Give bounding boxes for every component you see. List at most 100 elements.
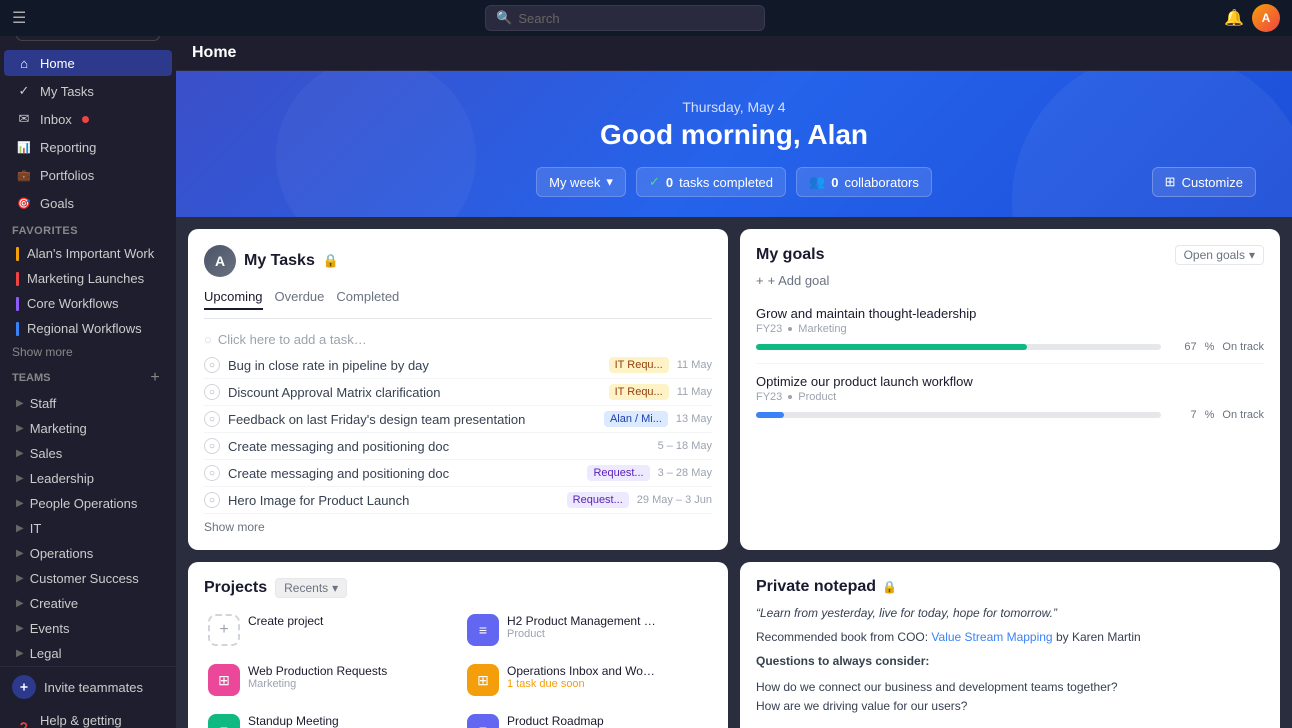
team-label: Customer Success: [30, 571, 139, 586]
team-item-creative[interactable]: ▶ Creative: [4, 592, 172, 615]
team-item-legal[interactable]: ▶ Legal: [4, 642, 172, 665]
chevron-icon: ▶: [16, 623, 24, 634]
task-tag[interactable]: Request...: [567, 492, 629, 508]
task-check-icon[interactable]: ○: [204, 438, 220, 454]
task-check-icon[interactable]: ○: [204, 465, 220, 481]
task-name: Bug in close rate in pipeline by day: [228, 358, 601, 373]
goal-meta: FY23 Product: [756, 391, 1264, 403]
tasks-completed-button[interactable]: ✓ 0 tasks completed: [636, 167, 786, 197]
task-check-icon[interactable]: ○: [204, 492, 220, 508]
checkmark-icon: ✓: [649, 174, 660, 190]
chevron-icon: ▶: [16, 498, 24, 509]
chevron-icon: ▶: [16, 423, 24, 434]
task-check-icon[interactable]: ○: [204, 384, 220, 400]
customize-button[interactable]: ⊞ Customize: [1152, 167, 1256, 197]
fav-label: Alan's Important Work: [27, 246, 154, 261]
recents-button[interactable]: Recents ▾: [275, 578, 347, 598]
add-goal-button[interactable]: + + Add goal: [756, 273, 1264, 288]
search-input[interactable]: [518, 11, 738, 26]
task-date: 11 May: [677, 359, 712, 371]
project-info: Operations Inbox and Wo… 1 task due soon: [507, 664, 655, 690]
create-project-icon: +: [208, 614, 240, 646]
add-team-button[interactable]: +: [146, 369, 164, 387]
project-icon: ≡: [467, 714, 499, 728]
add-task-row[interactable]: ○ Click here to add a task…: [204, 327, 712, 352]
team-label: Operations: [30, 546, 94, 561]
notifications-button[interactable]: 🔔: [1224, 8, 1244, 28]
notepad-questions: How do we connect our business and devel…: [756, 678, 1264, 716]
sidebar-item-goals[interactable]: 🎯 Goals: [4, 190, 172, 216]
sidebar-item-reporting[interactable]: 📊 Reporting: [4, 134, 172, 160]
search-bar[interactable]: 🔍: [485, 5, 765, 31]
user-avatar[interactable]: A: [1252, 4, 1280, 32]
team-item-staff[interactable]: ▶ Staff: [4, 392, 172, 415]
projects-header: Projects Recents ▾: [204, 578, 712, 598]
goals-header: My goals Open goals ▾: [756, 245, 1264, 265]
project-name: Product Roadmap: [507, 714, 604, 728]
favorite-alans-important-work[interactable]: Alan's Important Work: [4, 242, 172, 265]
sidebar-item-help[interactable]: ❓ Help & getting started: [4, 708, 172, 728]
projects-title: Projects: [204, 579, 267, 597]
task-name: Discount Approval Matrix clarification: [228, 385, 601, 400]
team-item-customer-success[interactable]: ▶ Customer Success: [4, 567, 172, 590]
project-sub-warn: 1 task due soon: [507, 678, 655, 690]
project-item-h2[interactable]: ≡ H2 Product Management … Product: [463, 610, 712, 650]
favorite-core-workflows[interactable]: Core Workflows: [4, 292, 172, 315]
task-name: Feedback on last Friday's design team pr…: [228, 412, 596, 427]
sidebar-item-inbox[interactable]: ✉ Inbox: [4, 106, 172, 132]
project-item-standup[interactable]: ≡ Standup Meeting Staff: [204, 710, 453, 728]
sidebar-item-my-tasks[interactable]: ✓ My Tasks: [4, 78, 172, 104]
fav-label: Core Workflows: [27, 296, 119, 311]
team-item-people-operations[interactable]: ▶ People Operations: [4, 492, 172, 515]
project-info: H2 Product Management … Product: [507, 614, 656, 640]
team-item-events[interactable]: ▶ Events: [4, 617, 172, 640]
task-tag[interactable]: Request...: [587, 465, 649, 481]
book-link[interactable]: Value Stream Mapping: [931, 630, 1052, 644]
tab-upcoming[interactable]: Upcoming: [204, 289, 263, 310]
favorite-regional-workflows[interactable]: Regional Workflows: [4, 317, 172, 340]
goal-progress-bar-bg: [756, 412, 1161, 418]
collaborators-button[interactable]: 👥 0 collaborators: [796, 167, 932, 197]
tab-completed[interactable]: Completed: [336, 289, 399, 310]
project-item-web-production[interactable]: ⊞ Web Production Requests Marketing: [204, 660, 453, 700]
collaborators-label: collaborators: [844, 175, 918, 190]
project-item-operations-inbox[interactable]: ⊞ Operations Inbox and Wo… 1 task due so…: [463, 660, 712, 700]
hamburger-button[interactable]: ☰: [12, 8, 26, 28]
task-check-icon[interactable]: ○: [204, 357, 220, 373]
team-item-it[interactable]: ▶ IT: [4, 517, 172, 540]
goal-percent: 7: [1169, 409, 1197, 421]
tasks-completed-label: tasks completed: [679, 175, 773, 190]
task-tag[interactable]: IT Requ...: [609, 357, 669, 373]
teams-header: Teams +: [0, 363, 176, 391]
week-filter-button[interactable]: My week ▾: [536, 167, 626, 197]
team-item-sales[interactable]: ▶ Sales: [4, 442, 172, 465]
favorites-show-more[interactable]: Show more: [0, 341, 176, 363]
goal-status: On track: [1222, 409, 1264, 421]
task-check-icon[interactable]: ○: [204, 411, 220, 427]
team-item-leadership[interactable]: ▶ Leadership: [4, 467, 172, 490]
tasks-show-more[interactable]: Show more: [204, 514, 712, 534]
project-info: Standup Meeting Staff: [248, 714, 339, 728]
home-icon: ⌂: [16, 55, 32, 71]
project-item-create[interactable]: + Create project: [204, 610, 453, 650]
goal-progress-fill: [756, 344, 1027, 350]
invite-teammates-button[interactable]: Invite teammates: [0, 666, 176, 707]
team-item-marketing[interactable]: ▶ Marketing: [4, 417, 172, 440]
sidebar-item-home[interactable]: ⌂ Home: [4, 50, 172, 76]
hero-greeting: Good morning, Alan: [200, 119, 1268, 151]
task-tag[interactable]: Alan / Mi...: [604, 411, 668, 427]
sidebar-item-portfolios[interactable]: 💼 Portfolios: [4, 162, 172, 188]
task-tag[interactable]: IT Requ...: [609, 384, 669, 400]
goals-title: My goals: [756, 246, 824, 264]
project-item-roadmap[interactable]: ≡ Product Roadmap 🔒 Private: [463, 710, 712, 728]
project-icon: ≡: [208, 714, 240, 728]
favorite-marketing-launches[interactable]: Marketing Launches: [4, 267, 172, 290]
notepad-header: Private notepad 🔒: [756, 578, 1264, 596]
team-label: Staff: [30, 396, 57, 411]
fav-bar-icon: [16, 272, 19, 286]
team-item-operations[interactable]: ▶ Operations: [4, 542, 172, 565]
hero-date: Thursday, May 4: [200, 99, 1268, 115]
content-area: A My Tasks 🔒 Upcoming Overdue Completed …: [176, 217, 1292, 728]
tab-overdue[interactable]: Overdue: [275, 289, 325, 310]
open-goals-button[interactable]: Open goals ▾: [1175, 245, 1264, 265]
